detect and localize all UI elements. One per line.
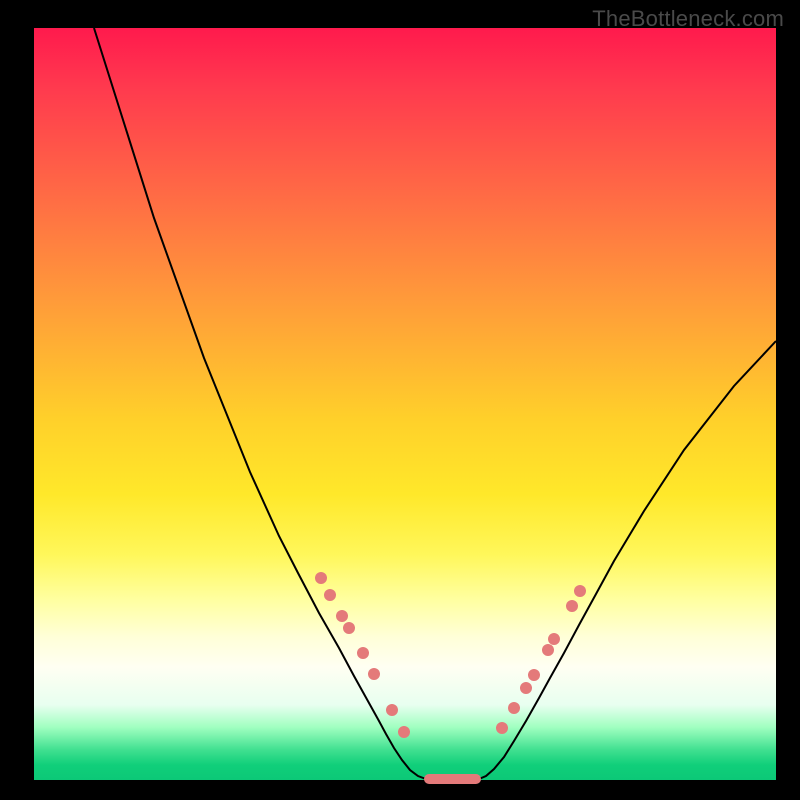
dot-right-2 (520, 682, 532, 694)
chart-plot-area (34, 28, 776, 780)
dot-left-5 (368, 668, 380, 680)
dot-right-1 (508, 702, 520, 714)
dot-left-7 (398, 726, 410, 738)
dot-right-3 (528, 669, 540, 681)
chart-curve-svg (34, 28, 776, 780)
dot-right-5 (548, 633, 560, 645)
dot-right-0 (496, 722, 508, 734)
dot-left-2 (336, 610, 348, 622)
dot-left-6 (386, 704, 398, 716)
watermark-text: TheBottleneck.com (592, 6, 784, 32)
dot-left-4 (357, 647, 369, 659)
chart-frame: TheBottleneck.com (0, 0, 800, 800)
curve-flat-segment (424, 774, 481, 784)
dot-right-6 (566, 600, 578, 612)
dot-left-1 (324, 589, 336, 601)
dot-left-3 (343, 622, 355, 634)
dot-left-0 (315, 572, 327, 584)
dot-right-7 (574, 585, 586, 597)
bottleneck-curve (94, 28, 776, 779)
dot-right-4 (542, 644, 554, 656)
